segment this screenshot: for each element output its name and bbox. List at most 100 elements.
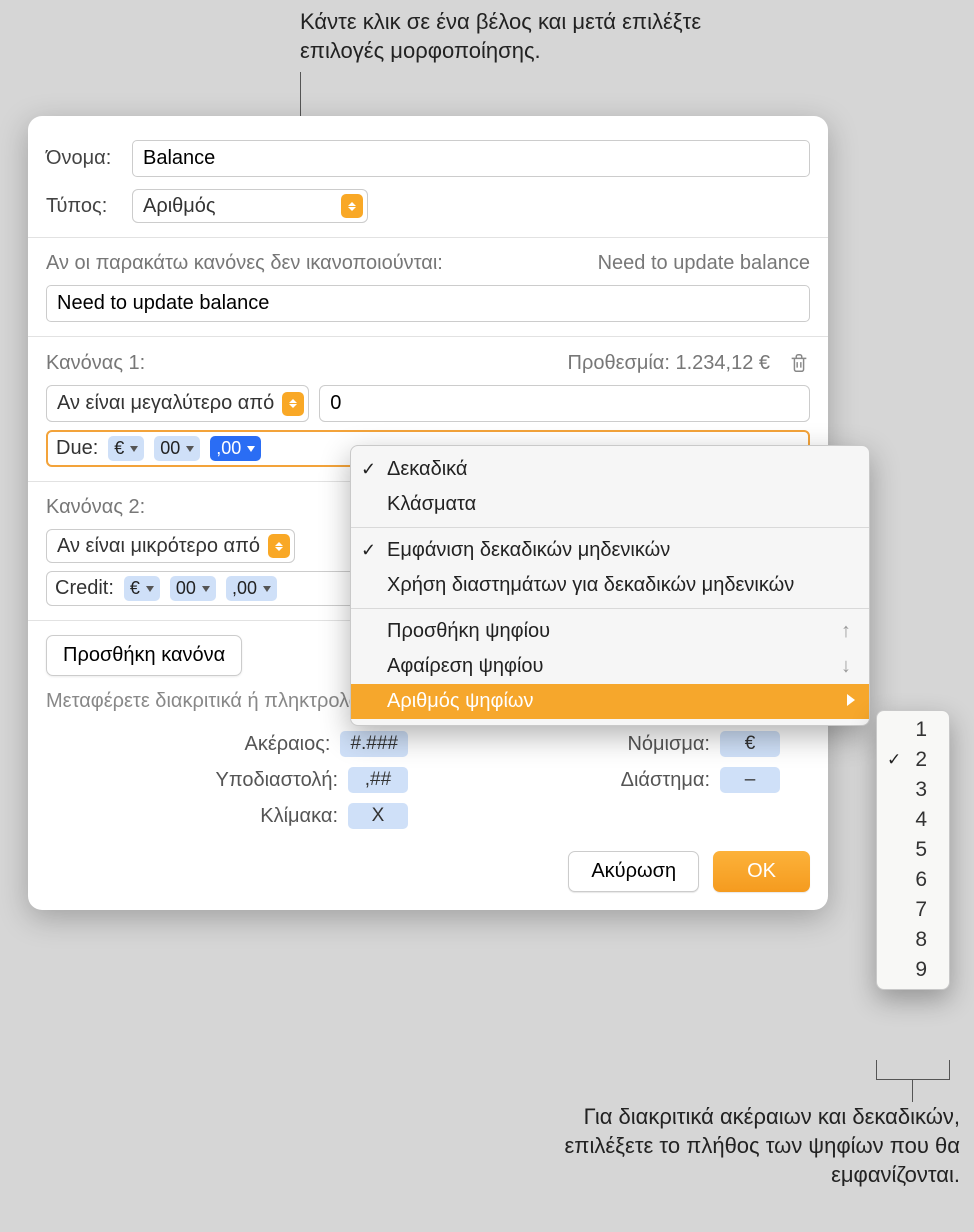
space-legend-label: Διάστημα: — [621, 769, 710, 792]
rule2-condition-value: Αν είναι μικρότερο από — [57, 535, 260, 558]
digits-option-9[interactable]: 9 — [877, 955, 949, 985]
digits-label: 8 — [915, 928, 927, 952]
menu-item-use-spaces[interactable]: Χρήση διαστημάτων για δεκαδικών μηδενικώ… — [351, 568, 869, 603]
chevron-right-icon — [847, 694, 855, 706]
digits-label: 4 — [915, 808, 927, 832]
integer-token[interactable]: 00 — [170, 576, 216, 601]
add-rule-button[interactable]: Προσθήκη κανόνα — [46, 635, 242, 676]
scale-legend-token[interactable]: X — [348, 803, 408, 829]
scale-legend-label: Κλίμακα: — [260, 805, 338, 828]
currency-token[interactable]: € — [124, 576, 160, 601]
integer-token[interactable]: 00 — [154, 436, 200, 461]
rule1-prefix: Due: — [56, 437, 98, 460]
rule2-prefix: Credit: — [55, 577, 114, 600]
caret-down-icon — [130, 446, 138, 452]
menu-item-add-digit[interactable]: Προσθήκη ψηφίου ↑ — [351, 614, 869, 649]
rule2-condition-select[interactable]: Αν είναι μικρότερο από — [46, 529, 295, 563]
divider — [28, 237, 828, 238]
chevron-updown-icon — [341, 194, 363, 218]
divider — [28, 336, 828, 337]
callout-bracket — [876, 1060, 950, 1080]
caret-down-icon — [247, 446, 255, 452]
callout-bracket-stem — [912, 1080, 913, 1102]
type-select[interactable]: Αριθμός — [132, 189, 368, 223]
decimal-token-label: ,00 — [232, 578, 257, 599]
menu-item-show-zeros[interactable]: ✓ Εμφάνιση δεκαδικών μηδενικών — [351, 533, 869, 568]
callout-top: Κάντε κλικ σε ένα βέλος και μετά επιλέξτ… — [300, 8, 720, 65]
callout-bottom: Για διακριτικά ακέραιων και δεκαδικών, ε… — [530, 1102, 960, 1189]
menu-item-num-digits[interactable]: Αριθμός ψηφίων — [351, 684, 869, 719]
check-icon: ✓ — [361, 459, 376, 480]
menu-item-remove-digit[interactable]: Αφαίρεση ψηφίου ↓ — [351, 649, 869, 684]
caret-down-icon — [186, 446, 194, 452]
digits-option-7[interactable]: 7 — [877, 895, 949, 925]
caret-down-icon — [202, 586, 210, 592]
decimal-token[interactable]: ,00 — [210, 436, 261, 461]
type-select-value: Αριθμός — [143, 195, 333, 218]
digits-label: 2 — [915, 748, 927, 772]
digits-option-2[interactable]: ✓ 2 — [877, 745, 949, 775]
rule1-condition-select[interactable]: Αν είναι μεγαλύτερο από — [46, 385, 309, 422]
menu-item-label: Εμφάνιση δεκαδικών μηδενικών — [387, 539, 670, 562]
check-icon: ✓ — [361, 540, 376, 561]
menu-item-label: Αριθμός ψηφίων — [387, 690, 534, 713]
menu-separator — [351, 608, 869, 609]
rule2-title: Κανόνας 2: — [46, 496, 145, 519]
currency-legend-token[interactable]: € — [720, 731, 780, 757]
decimal-token-label: ,00 — [216, 438, 241, 459]
check-icon: ✓ — [887, 750, 901, 770]
name-input[interactable] — [132, 140, 810, 177]
rule1-condition-value: Αν είναι μεγαλύτερο από — [57, 392, 274, 415]
decimal-token[interactable]: ,00 — [226, 576, 277, 601]
digits-option-4[interactable]: 4 — [877, 805, 949, 835]
integer-token-label: 00 — [176, 578, 196, 599]
ok-button[interactable]: OK — [713, 851, 810, 892]
chevron-updown-icon — [282, 392, 304, 416]
currency-legend-label: Νόμισμα: — [627, 733, 710, 756]
integer-token-label: 00 — [160, 438, 180, 459]
decimal-legend-token[interactable]: ,## — [348, 767, 408, 793]
currency-token[interactable]: € — [108, 436, 144, 461]
caret-down-icon — [146, 586, 154, 592]
digits-option-8[interactable]: 8 — [877, 925, 949, 955]
rule1-comparator-input[interactable] — [319, 385, 810, 422]
menu-separator — [351, 527, 869, 528]
digits-option-6[interactable]: 6 — [877, 865, 949, 895]
rule1-preview: Προθεσμία: 1.234,12 € — [568, 352, 771, 375]
cancel-button[interactable]: Ακύρωση — [568, 851, 699, 892]
fallback-heading: Αν οι παρακάτω κανόνες δεν ικανοποιούντα… — [46, 252, 443, 275]
digits-label: 3 — [915, 778, 927, 802]
digits-label: 6 — [915, 868, 927, 892]
digits-label: 1 — [915, 718, 927, 742]
currency-token-label: € — [130, 578, 140, 599]
digits-option-5[interactable]: 5 — [877, 835, 949, 865]
rule1-title: Κανόνας 1: — [46, 352, 145, 375]
type-label: Τύπος: — [46, 195, 132, 218]
digits-option-1[interactable]: 1 — [877, 715, 949, 745]
integer-legend-token[interactable]: #.### — [340, 731, 408, 757]
space-legend-token[interactable]: – — [720, 767, 780, 793]
integer-legend-label: Ακέραιος: — [244, 733, 330, 756]
digits-label: 7 — [915, 898, 927, 922]
name-label: Όνομα: — [46, 147, 132, 170]
digits-label: 9 — [915, 958, 927, 982]
menu-item-fractions[interactable]: Κλάσματα — [351, 487, 869, 522]
menu-item-label: Κλάσματα — [387, 493, 476, 516]
decimal-legend-label: Υποδιαστολή: — [216, 769, 339, 792]
chevron-updown-icon — [268, 534, 290, 558]
trash-icon[interactable] — [788, 351, 810, 375]
menu-item-label: Αφαίρεση ψηφίου — [387, 655, 543, 678]
digits-label: 5 — [915, 838, 927, 862]
arrow-up-icon: ↑ — [841, 620, 851, 643]
digits-option-3[interactable]: 3 — [877, 775, 949, 805]
menu-item-decimals[interactable]: ✓ Δεκαδικά — [351, 452, 869, 487]
currency-token-label: € — [114, 438, 124, 459]
caret-down-icon — [263, 586, 271, 592]
menu-item-label: Προσθήκη ψηφίου — [387, 620, 550, 643]
menu-item-label: Δεκαδικά — [387, 458, 468, 481]
arrow-down-icon: ↓ — [841, 655, 851, 678]
fallback-input[interactable] — [46, 285, 810, 322]
digits-submenu: 1 ✓ 2 3 4 5 6 7 8 9 — [876, 710, 950, 990]
decimal-format-menu: ✓ Δεκαδικά Κλάσματα ✓ Εμφάνιση δεκαδικών… — [350, 445, 870, 726]
fallback-preview: Need to update balance — [598, 252, 810, 275]
